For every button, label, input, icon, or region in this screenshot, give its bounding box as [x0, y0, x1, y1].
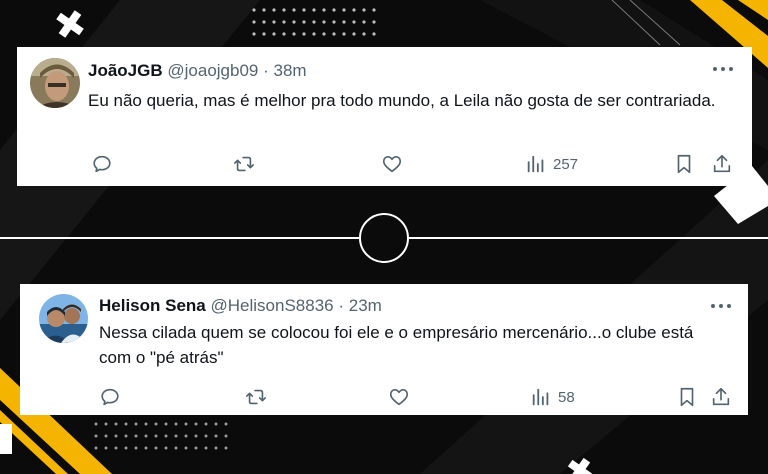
- views-button[interactable]: 257: [525, 153, 578, 175]
- retweet-icon: [246, 389, 266, 405]
- reply-icon: [101, 388, 119, 406]
- views-icon: [532, 388, 549, 406]
- avatar-image: [30, 58, 80, 108]
- separator: ·: [338, 296, 345, 315]
- tweet-text: Nessa cilada quem se colocou foi ele e o…: [99, 323, 694, 367]
- bookmark-icon: [680, 387, 694, 407]
- more-icon[interactable]: [712, 61, 734, 71]
- views-button[interactable]: 58: [530, 386, 575, 408]
- reply-button[interactable]: [99, 386, 121, 408]
- avatar[interactable]: [30, 58, 80, 108]
- user-handle[interactable]: @joaojgb09: [167, 61, 258, 80]
- retweet-button[interactable]: [233, 153, 255, 175]
- action-bar: 257: [17, 153, 752, 177]
- share-icon: [713, 154, 731, 173]
- more-icon[interactable]: [710, 298, 732, 308]
- tweet-card[interactable]: JoãoJGB @joaojgb09 · 38m Eu não queria, …: [17, 47, 752, 186]
- like-icon: [389, 389, 409, 406]
- avatar-image: [39, 294, 88, 343]
- avatar[interactable]: [39, 294, 88, 343]
- share-icon: [712, 387, 730, 406]
- like-icon: [382, 156, 402, 173]
- timestamp[interactable]: 23m: [349, 296, 382, 315]
- like-button[interactable]: [381, 153, 403, 175]
- display-name[interactable]: Helison Sena: [99, 296, 206, 315]
- timestamp[interactable]: 38m: [274, 61, 307, 80]
- action-bar: 58: [20, 386, 748, 410]
- bookmark-icon: [677, 154, 691, 174]
- bookmark-button[interactable]: [676, 386, 698, 408]
- tweet-text: Eu não queria, mas é melhor pra todo mun…: [88, 91, 716, 110]
- tweet-header: JoãoJGB @joaojgb09 · 38m: [88, 61, 307, 81]
- views-icon: [527, 155, 544, 173]
- views-count: 58: [558, 388, 575, 406]
- views-count: 257: [553, 155, 579, 173]
- like-button[interactable]: [388, 386, 410, 408]
- bookmark-button[interactable]: [673, 153, 695, 175]
- reply-icon: [93, 155, 111, 173]
- share-button[interactable]: [711, 153, 733, 175]
- reply-button[interactable]: [91, 153, 113, 175]
- retweet-icon: [234, 156, 254, 172]
- retweet-button[interactable]: [245, 386, 267, 408]
- separator: ·: [263, 61, 269, 80]
- tweet-card[interactable]: Helison Sena @HelisonS8836 · 23m Nessa c…: [20, 284, 748, 415]
- share-button[interactable]: [710, 386, 732, 408]
- tweet-header: Helison Sena @HelisonS8836 · 23m: [99, 296, 382, 316]
- user-handle[interactable]: @HelisonS8836: [211, 296, 334, 315]
- display-name[interactable]: JoãoJGB: [88, 61, 163, 80]
